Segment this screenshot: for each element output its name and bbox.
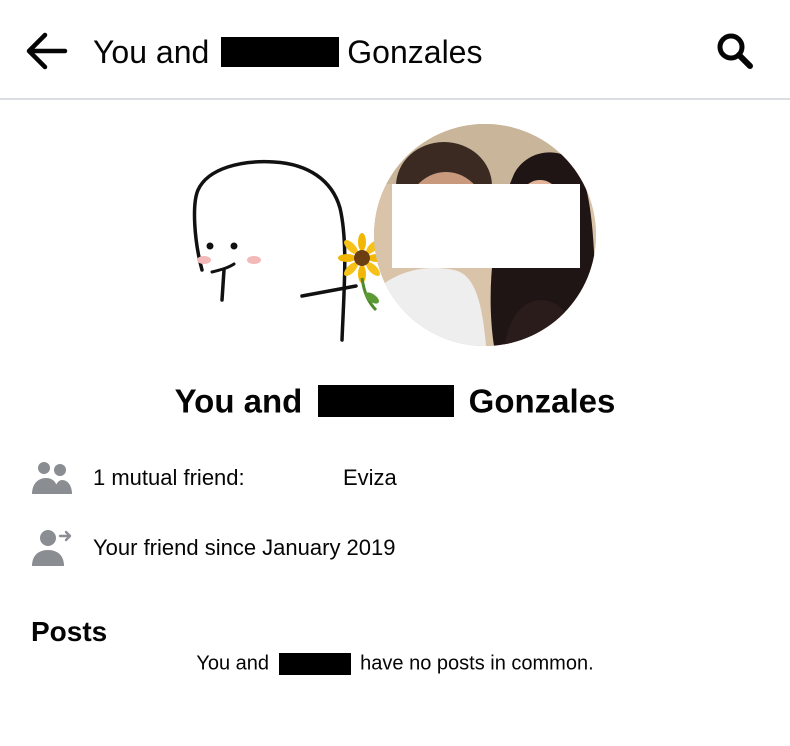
mutual-friends-label: 1 mutual friend: <box>93 465 245 490</box>
search-icon <box>717 33 753 69</box>
posts-empty-prefix: You and <box>196 652 270 675</box>
friend-since-label: Your friend since January 2019 <box>93 535 396 560</box>
friend-avatar[interactable] <box>374 124 596 346</box>
user-avatar-doodle[interactable] <box>190 122 390 352</box>
header-title-suffix: Gonzales <box>347 34 483 70</box>
mutual-friend-link[interactable]: Eviza <box>343 464 397 492</box>
friends-icon <box>32 462 72 494</box>
face-censor-box <box>392 184 580 268</box>
header-title: You and Gonzales <box>93 30 482 74</box>
posts-heading: Posts <box>31 616 108 647</box>
profile-name: You and Gonzales <box>0 378 790 422</box>
back-button[interactable] <box>22 26 72 76</box>
profile-name-suffix: Gonzales <box>468 382 616 420</box>
friend-since-icon <box>32 530 72 566</box>
profile-pictures <box>190 122 600 352</box>
top-bar: You and Gonzales <box>0 0 790 100</box>
profile-name-prefix: You and <box>174 382 303 420</box>
redacted-name <box>221 37 340 67</box>
friend-since-row: Your friend since January 2019 <box>0 526 790 570</box>
mutual-friends-row: 1 mutual friend: Eviza <box>0 456 790 500</box>
search-button[interactable] <box>710 26 760 76</box>
header-title-prefix: You and <box>93 34 210 70</box>
redacted-name <box>278 652 351 675</box>
arrow-left-icon <box>26 32 68 70</box>
redacted-name <box>317 385 454 418</box>
posts-empty-suffix: have no posts in common. <box>360 652 594 675</box>
posts-empty-message: You and have no posts in common. <box>0 649 790 678</box>
